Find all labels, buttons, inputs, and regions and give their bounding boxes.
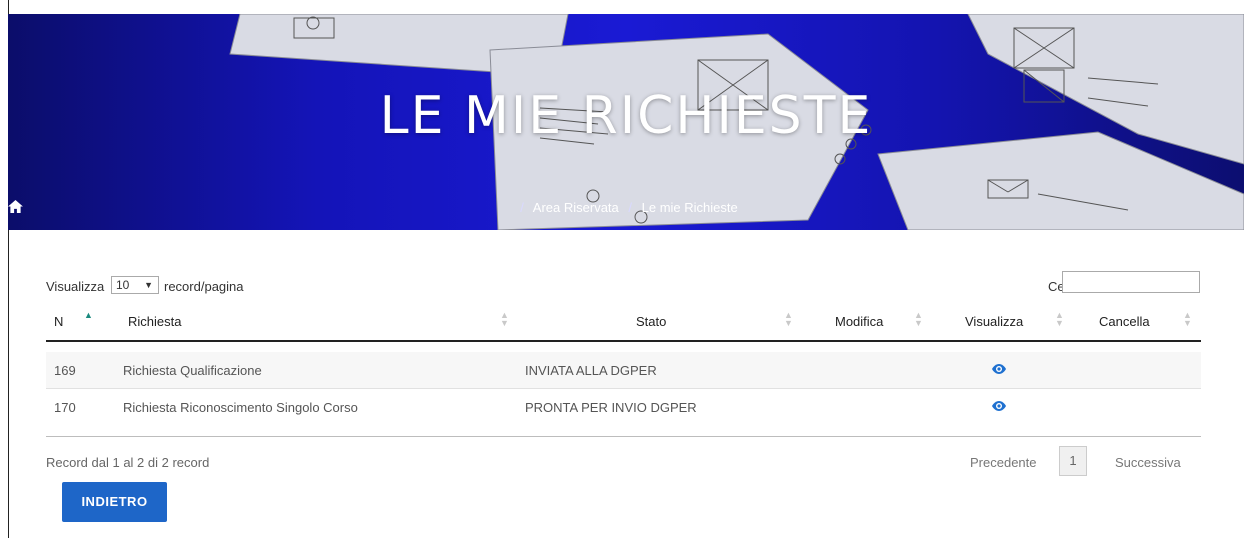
hero-banner: LE MIE RICHIESTE / Area Riservata / Le m… — [8, 14, 1244, 230]
home-icon[interactable] — [8, 200, 23, 213]
back-button[interactable]: INDIETRO — [62, 482, 167, 522]
table-toolbar: Visualizza 10 ▼ record/pagina Cerca: — [46, 271, 1201, 299]
cell-stato: INVIATA ALLA DGPER — [525, 363, 657, 378]
sort-both-icon[interactable]: ▲ ▼ — [784, 311, 793, 328]
table-row: 169 Richiesta Qualificazione INVIATA ALL… — [46, 352, 1201, 388]
column-header-n[interactable]: N — [54, 314, 63, 329]
page-length-suffix: record/pagina — [164, 279, 244, 294]
eye-icon[interactable] — [991, 399, 1007, 413]
cell-richiesta: Richiesta Qualificazione — [123, 363, 262, 378]
pagination-previous[interactable]: Precedente — [970, 455, 1037, 470]
breadcrumb: / Area Riservata / Le mie Richieste — [8, 200, 1244, 215]
column-header-visualizza[interactable]: Visualizza — [965, 314, 1023, 329]
dropdown-arrow-icon: ▼ — [144, 280, 153, 290]
breadcrumb-area-riservata[interactable]: Area Riservata — [533, 200, 619, 215]
column-header-cancella[interactable]: Cancella — [1099, 314, 1150, 329]
sort-both-icon[interactable]: ▲ ▼ — [1055, 311, 1064, 328]
cell-n: 169 — [54, 363, 76, 378]
breadcrumb-separator: / — [628, 200, 633, 215]
column-header-richiesta[interactable]: Richiesta — [128, 314, 181, 329]
pagination-page-1[interactable]: 1 — [1059, 446, 1087, 476]
pagination-next[interactable]: Successiva — [1115, 455, 1181, 470]
page-length-value: 10 — [116, 278, 130, 292]
eye-icon[interactable] — [991, 362, 1007, 376]
cell-n: 170 — [54, 400, 76, 415]
table-info: Record dal 1 al 2 di 2 record — [46, 455, 210, 470]
sort-ascending-icon[interactable]: ▲ — [84, 311, 93, 320]
breadcrumb-separator: / — [520, 200, 524, 215]
cell-stato: PRONTA PER INVIO DGPER — [525, 400, 697, 415]
cell-richiesta: Richiesta Riconoscimento Singolo Corso — [123, 400, 358, 415]
breadcrumb-current: Le mie Richieste — [641, 200, 738, 215]
table-bottom-border — [46, 436, 1201, 437]
search-input[interactable] — [1062, 271, 1200, 293]
page-length-label: Visualizza — [46, 279, 105, 294]
column-header-stato[interactable]: Stato — [636, 314, 666, 329]
column-header-modifica[interactable]: Modifica — [835, 314, 883, 329]
page-title: LE MIE RICHIESTE — [379, 86, 873, 146]
sort-both-icon[interactable]: ▲ ▼ — [500, 311, 509, 328]
table-header: N ▲ Richiesta ▲ ▼ Stato ▲ ▼ Modifica ▲ ▼ Vi… — [46, 304, 1201, 342]
page-length-select[interactable]: 10 ▼ — [111, 276, 159, 294]
table-row: 170 Richiesta Riconoscimento Singolo Cor… — [46, 389, 1201, 425]
sort-both-icon[interactable]: ▲ ▼ — [1183, 311, 1192, 328]
sort-both-icon[interactable]: ▲ ▼ — [914, 311, 923, 328]
